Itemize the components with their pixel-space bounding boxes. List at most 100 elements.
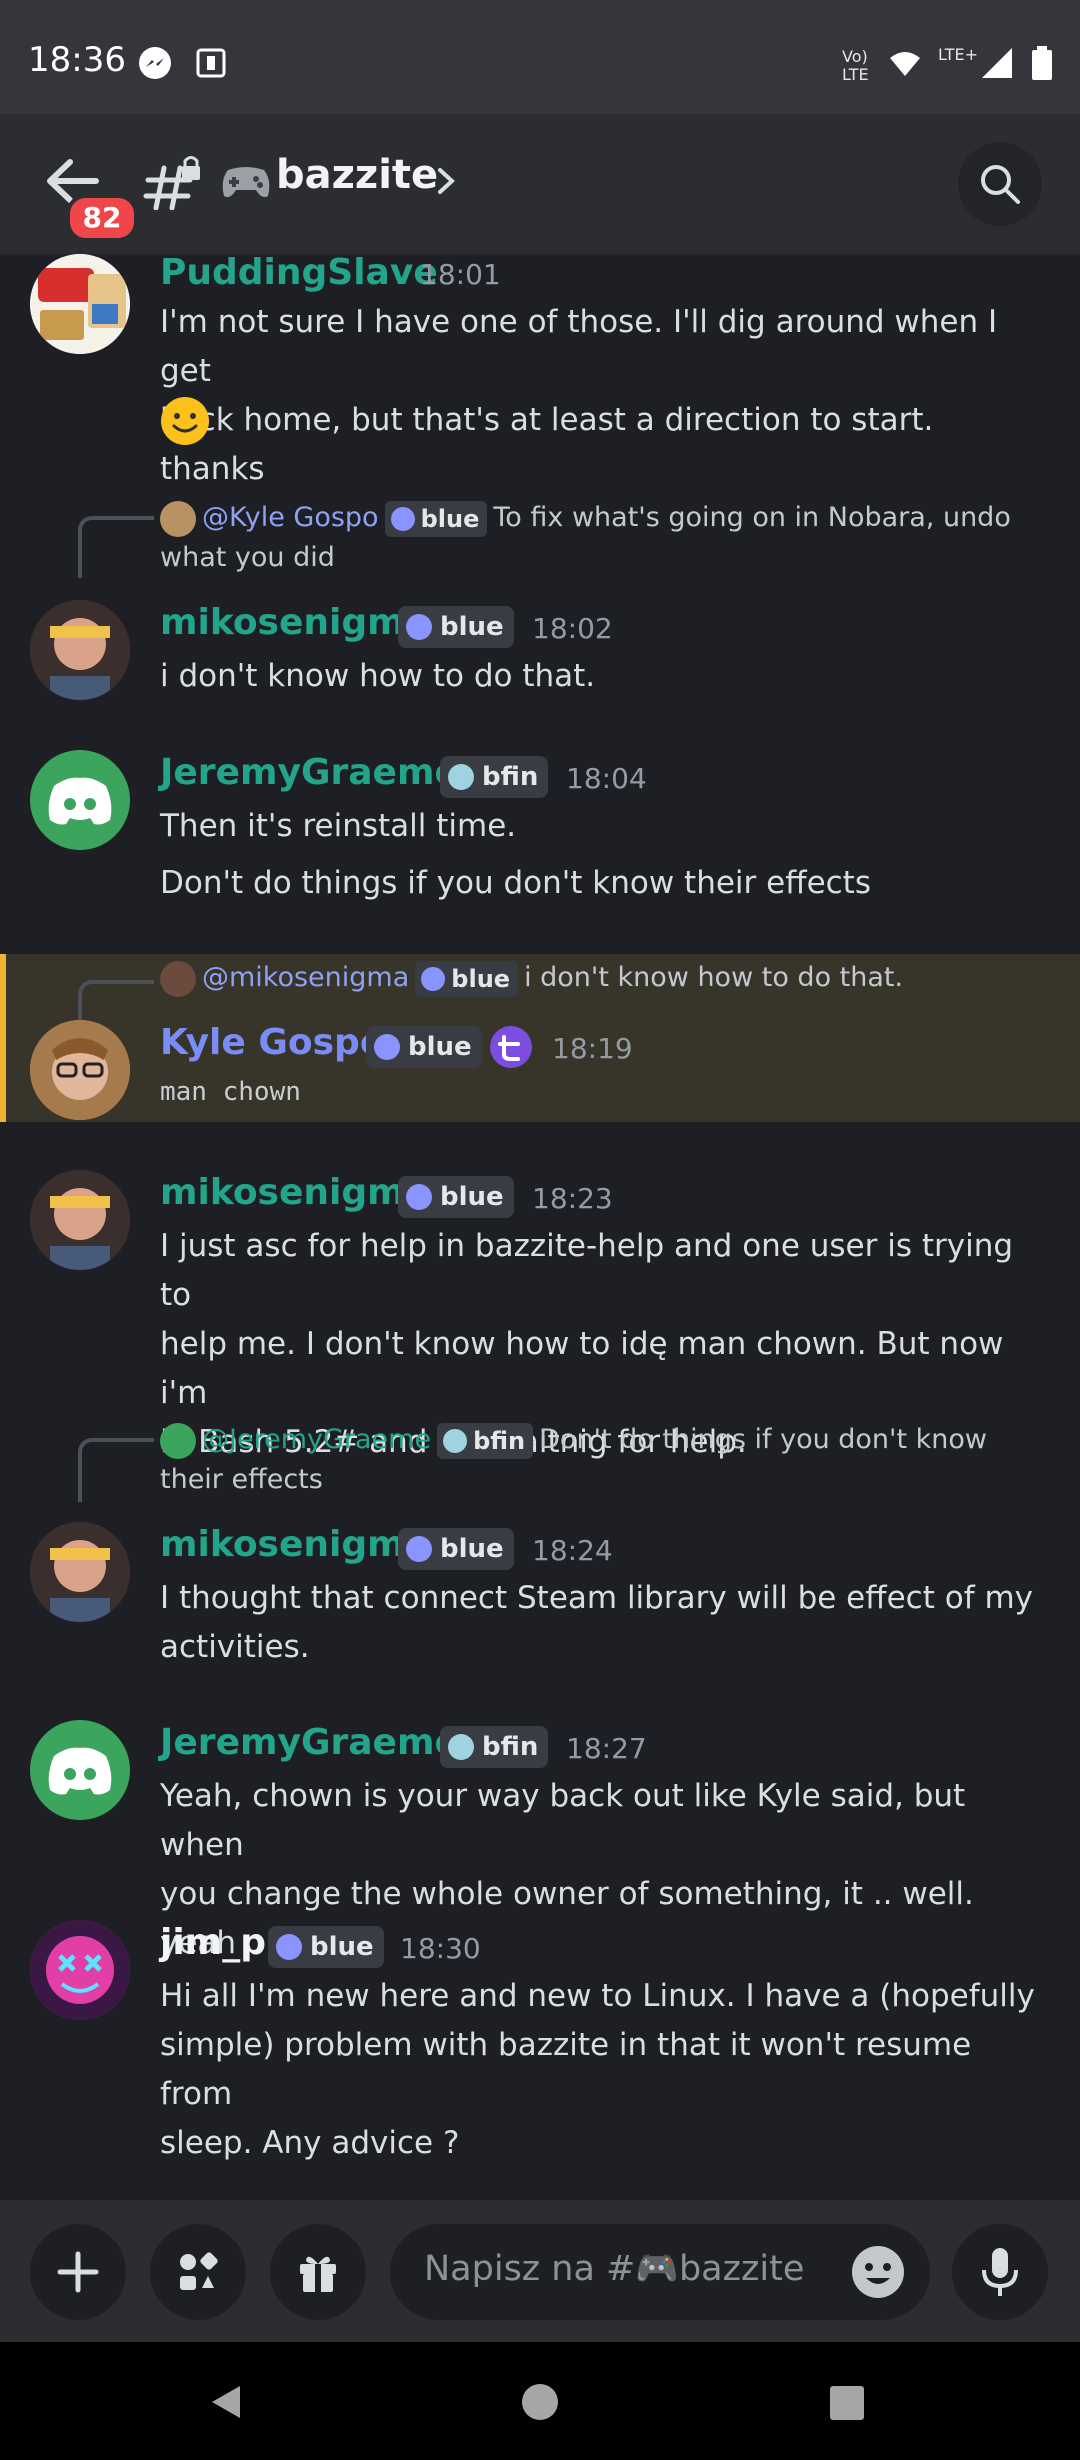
channel-header: 82 bazzite	[0, 114, 1080, 256]
message-author[interactable]: JeremyGraeme	[160, 752, 459, 793]
message-timestamp: 18:19	[552, 1032, 633, 1065]
role-tag[interactable]: bfin	[440, 1726, 549, 1768]
status-bar: 18:36 Vo) LTE LTE+	[0, 0, 1080, 114]
message-input[interactable]: Napisz na #🎮bazzite	[390, 2224, 930, 2320]
avatar[interactable]	[30, 750, 130, 850]
role-icon	[374, 1034, 400, 1060]
nav-back-icon[interactable]	[206, 2382, 246, 2422]
reply-connector	[78, 516, 154, 578]
reply-avatar	[160, 500, 196, 537]
message-timestamp: 18:30	[400, 1932, 481, 1965]
reply-connector	[78, 980, 154, 1024]
plus-icon	[57, 2251, 99, 2293]
emoji-picker-icon[interactable]	[850, 2244, 906, 2300]
message-author[interactable]: Kyle Gospo	[160, 1022, 385, 1063]
message-timestamp: 18:04	[566, 762, 647, 795]
reply-preview[interactable]: @Kyle Gospo blue To fix what's going on in…	[160, 498, 1040, 578]
role-tag: blue	[415, 960, 519, 997]
message-text: i don't know how to do that.	[160, 658, 596, 694]
user-photo-avatar	[30, 1522, 130, 1622]
signal-icon	[982, 48, 1012, 78]
message-input-placeholder: Napisz na #🎮bazzite	[424, 2249, 805, 2289]
message-timestamp: 18:27	[566, 1732, 647, 1765]
role-icon	[448, 1734, 474, 1760]
reply-preview[interactable]: @mikosenigma blue i don't know how to do t…	[160, 958, 1040, 998]
avatar[interactable]	[30, 1522, 130, 1622]
apps-icon	[180, 2252, 218, 2290]
message-timestamp: 18:23	[532, 1182, 613, 1215]
role-tag[interactable]: blue	[398, 1528, 514, 1570]
message-author[interactable]: JeremyGraeme	[160, 1722, 459, 1763]
message-text: Hi all I'm new here and new to Linux. I …	[160, 1978, 1035, 2161]
avatar[interactable]	[30, 1920, 130, 2020]
discord-logo-icon	[48, 1747, 112, 1795]
channel-name[interactable]: bazzite	[276, 152, 438, 198]
battery-icon	[1032, 46, 1052, 80]
private-channel-icon	[143, 156, 200, 210]
messenger-icon	[139, 47, 171, 79]
message-composer: Napisz na #🎮bazzite	[0, 2200, 1080, 2342]
nav-recents-icon[interactable]	[828, 2384, 866, 2422]
message-code: man chown	[160, 1077, 301, 1107]
role-tag[interactable]: blue	[398, 606, 514, 648]
discord-logo-icon	[48, 777, 112, 825]
microphone-icon	[982, 2248, 1018, 2296]
message-text: Then it's reinstall time. Don't do thing…	[160, 808, 871, 901]
message-author[interactable]: mikosenigma	[160, 1172, 429, 1213]
reply-mention: @mikosenigma	[202, 962, 410, 993]
lte-plus-label: LTE+	[938, 45, 978, 64]
gift-button[interactable]	[270, 2224, 366, 2320]
reply-avatar	[160, 960, 196, 997]
unread-badge: 82	[66, 194, 138, 242]
voice-message-button[interactable]	[952, 2224, 1048, 2320]
app-notification-icon	[196, 48, 226, 78]
role-tag: bfin	[437, 1422, 534, 1459]
message-author[interactable]: mikosenigma	[160, 602, 429, 643]
reply-preview[interactable]: @JeremyGraeme bfin Don't do things if you …	[160, 1420, 1040, 1500]
message-timestamp: 18:24	[532, 1534, 613, 1567]
reply-mention: @JeremyGraeme	[202, 1424, 432, 1455]
message-author[interactable]: PuddingSlave	[160, 254, 438, 293]
neon-skull-avatar	[30, 1920, 130, 2020]
nav-home-icon[interactable]	[520, 2382, 560, 2422]
reply-mention: @Kyle Gospo	[202, 502, 379, 533]
role-tag[interactable]: blue	[268, 1926, 384, 1968]
user-photo-avatar	[30, 1170, 130, 1270]
chevron-right-icon[interactable]	[434, 164, 458, 198]
message-timestamp: 18:02	[532, 612, 613, 645]
avatar[interactable]	[30, 1020, 130, 1120]
role-tag[interactable]: bfin	[440, 756, 549, 798]
avatar[interactable]	[30, 254, 130, 354]
role-icon	[276, 1934, 302, 1960]
user-photo-avatar	[30, 1020, 130, 1120]
add-attachment-button[interactable]	[30, 2224, 126, 2320]
role-tag[interactable]: blue	[366, 1026, 482, 1068]
message-list[interactable]: PuddingSlave 18:01 I'm not sure I have o…	[0, 254, 1080, 2200]
reply-avatar	[160, 1422, 196, 1459]
role-tag: blue	[384, 500, 488, 537]
message-text: I thought that connect Steam library wil…	[160, 1580, 1034, 1665]
status-time: 18:36	[28, 40, 126, 80]
nitro-badge-icon	[490, 1026, 532, 1068]
message-author[interactable]: jim_p	[160, 1922, 266, 1963]
search-icon	[981, 165, 1020, 204]
message-text: I'm not sure I have one of those. I'll d…	[160, 304, 998, 487]
search-button[interactable]	[958, 142, 1042, 226]
avatar[interactable]	[30, 1720, 130, 1820]
avatar[interactable]	[30, 1170, 130, 1270]
snack-pack-avatar-icon	[30, 254, 130, 354]
volte-indicator: Vo) LTE	[842, 47, 869, 84]
role-tag[interactable]: blue	[398, 1176, 514, 1218]
avatar[interactable]	[30, 600, 130, 700]
apps-button[interactable]	[150, 2224, 246, 2320]
gamepad-icon	[222, 167, 270, 198]
user-photo-avatar	[30, 600, 130, 700]
role-icon	[406, 1184, 432, 1210]
system-navigation-bar	[0, 2342, 1080, 2460]
message-author[interactable]: mikosenigma	[160, 1524, 429, 1565]
role-icon	[406, 1536, 432, 1562]
role-icon	[448, 764, 474, 790]
gift-icon	[300, 2256, 336, 2292]
reply-connector	[78, 1438, 154, 1502]
wifi-icon	[890, 52, 920, 76]
